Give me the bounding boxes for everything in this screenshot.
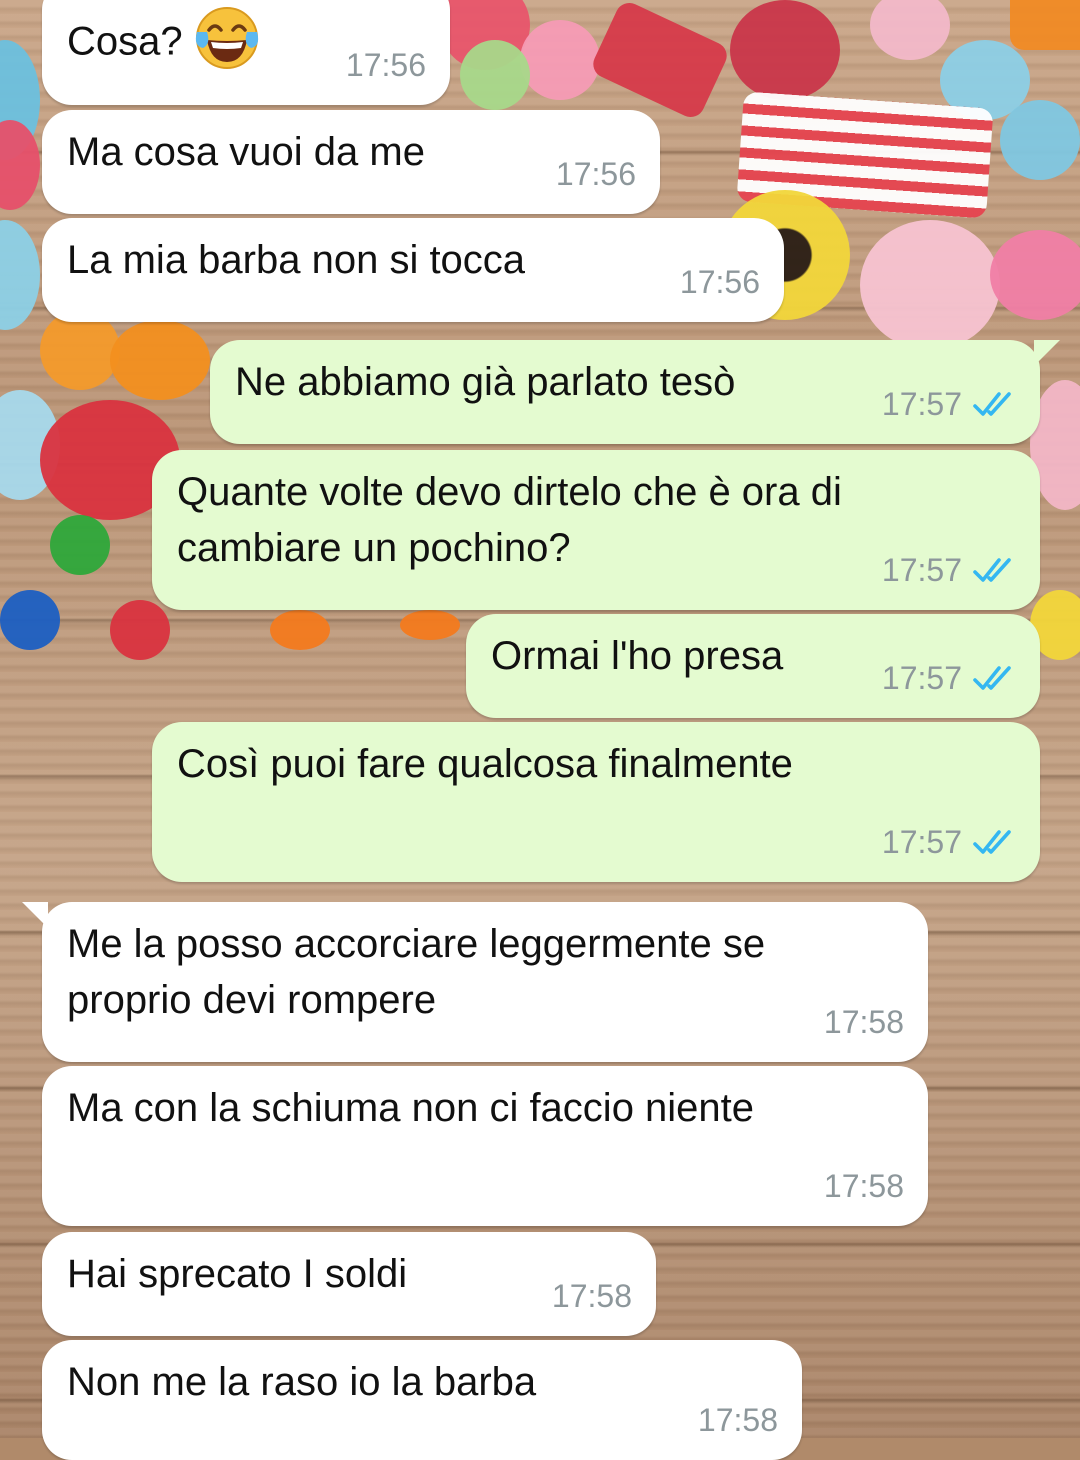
message-text-content: Quante volte devo dirtelo che è ora di c… [177, 470, 842, 570]
message-timestamp: 17:57 [881, 552, 962, 588]
message-text: Non me la raso io la barba [67, 1354, 536, 1410]
message-meta: 17:57 [882, 542, 1016, 598]
incoming-message[interactable]: Ma con la schiuma non ci faccio niente 17… [42, 1066, 928, 1226]
candy-decoration [110, 600, 170, 660]
message-text-content: Me la posso accorciare leggermente se pr… [67, 922, 766, 1022]
message-text-content: Hai sprecato I soldi [67, 1252, 408, 1296]
message-timestamp: 17:58 [697, 1402, 778, 1438]
message-text-content: Ormai l'ho presa [491, 634, 784, 678]
candy-decoration [588, 0, 732, 122]
bubble-tail [22, 902, 48, 928]
message-text: Me la posso accorciare leggermente se pr… [67, 916, 765, 1028]
double-check-icon [973, 830, 1011, 854]
incoming-message[interactable]: Ma cosa vuoi da me 17:56 [42, 110, 660, 214]
candy-decoration [0, 590, 60, 650]
candy-decoration [50, 515, 110, 575]
candy-decoration [40, 310, 120, 390]
message-meta: 17:56 [680, 254, 760, 310]
incoming-message[interactable]: Cosa? 17:56 [42, 0, 450, 105]
message-timestamp: 17:57 [881, 824, 962, 860]
outgoing-message[interactable]: Ne abbiamo già parlato tesò 17:57 [210, 340, 1060, 444]
double-check-icon [973, 392, 1011, 416]
message-text: Ma cosa vuoi da me [67, 124, 425, 180]
message-text: Cosa? [67, 7, 263, 80]
outgoing-message[interactable]: Quante volte devo dirtelo che è ora di c… [152, 450, 1040, 610]
message-text-content: Ne abbiamo già parlato tesò [235, 360, 736, 404]
outgoing-message[interactable]: Così puoi fare qualcosa finalmente 17:57 [152, 722, 1040, 882]
incoming-message[interactable]: Me la posso accorciare leggermente se pr… [22, 902, 928, 1062]
message-timestamp: 17:56 [345, 47, 426, 83]
message-meta: 17:56 [346, 37, 426, 93]
candy-decoration [860, 220, 1000, 350]
message-timestamp: 17:58 [551, 1278, 632, 1314]
candy-decoration [1010, 0, 1080, 50]
candy-decoration [0, 220, 40, 330]
candy-decoration [870, 0, 950, 60]
message-text-content: La mia barba non si tocca [67, 238, 526, 282]
message-timestamp: 17:57 [881, 386, 962, 422]
face-with-tears-of-joy-icon [195, 7, 258, 69]
message-meta: 17:57 [882, 814, 1016, 870]
message-timestamp: 17:58 [823, 1168, 904, 1204]
double-check-icon [973, 558, 1011, 582]
incoming-message[interactable]: Non me la raso io la barba 17:58 [42, 1340, 802, 1460]
message-text: Ma con la schiuma non ci faccio niente [67, 1080, 754, 1136]
message-timestamp: 17:56 [555, 156, 636, 192]
message-text-content: Non me la raso io la barba [67, 1360, 537, 1404]
message-meta: 17:58 [824, 1158, 904, 1214]
message-text: La mia barba non si tocca [67, 232, 525, 288]
double-check-icon [973, 666, 1011, 690]
message-text-content: Ma con la schiuma non ci faccio niente [67, 1086, 755, 1130]
message-meta: 17:58 [552, 1268, 632, 1324]
message-text-content: Così puoi fare qualcosa finalmente [177, 742, 793, 786]
candy-decoration [520, 20, 600, 100]
message-meta: 17:58 [698, 1392, 778, 1448]
message-text: Ne abbiamo già parlato tesò [235, 354, 735, 410]
message-meta: 17:57 [882, 376, 1016, 432]
message-timestamp: 17:56 [679, 264, 760, 300]
candy-decoration [400, 610, 460, 640]
message-timestamp: 17:57 [881, 660, 962, 696]
message-meta: 17:58 [824, 994, 904, 1050]
incoming-message[interactable]: Hai sprecato I soldi 17:58 [42, 1232, 656, 1336]
candy-decoration [460, 40, 530, 110]
message-text: Hai sprecato I soldi [67, 1246, 407, 1302]
message-meta: 17:56 [556, 146, 636, 202]
message-text: Ormai l'ho presa [491, 628, 783, 684]
message-text: Così puoi fare qualcosa finalmente [177, 736, 793, 792]
bubble-tail [1034, 340, 1060, 366]
candy-decoration [1000, 100, 1080, 180]
outgoing-message[interactable]: Ormai l'ho presa 17:57 [466, 614, 1040, 718]
candy-decoration [990, 230, 1080, 320]
candy-decoration [730, 0, 840, 100]
candy-decoration [270, 610, 330, 650]
candy-decoration [110, 320, 210, 400]
incoming-message[interactable]: La mia barba non si tocca 17:56 [42, 218, 784, 322]
message-meta: 17:57 [882, 650, 1016, 706]
message-text: Quante volte devo dirtelo che è ora di c… [177, 464, 842, 576]
message-text-content: Ma cosa vuoi da me [67, 130, 425, 174]
message-text-content: Cosa? [67, 19, 183, 64]
message-timestamp: 17:58 [823, 1004, 904, 1040]
